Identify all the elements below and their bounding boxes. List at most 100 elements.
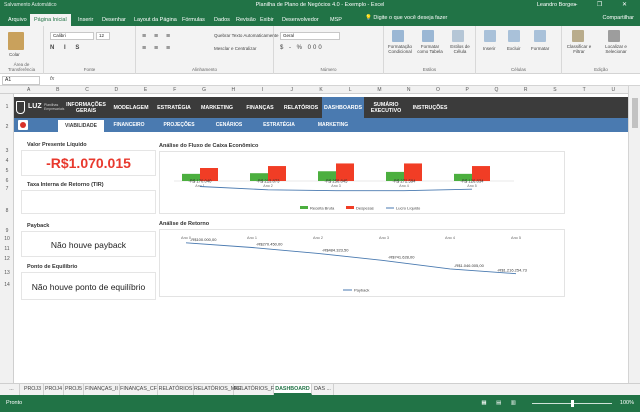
sheet-tab-10[interactable]: DAS ... — [312, 384, 334, 395]
ribbon-tab-8[interactable]: Exibir — [256, 14, 278, 26]
row-header[interactable]: 14 — [0, 282, 14, 288]
insert-cells-icon[interactable] — [484, 30, 496, 42]
bold-italic-underline[interactable]: N I S — [50, 45, 83, 51]
row-header[interactable]: 12 — [0, 256, 14, 262]
row-header[interactable]: 1 — [0, 104, 14, 110]
ribbon-tab-2[interactable]: Inserir — [74, 14, 97, 26]
sheet-tab-5[interactable]: FINANÇAS_CF — [120, 384, 158, 395]
subnav-item-1[interactable]: FINANCEIRO — [106, 118, 152, 132]
font-size-select[interactable]: 12 — [96, 32, 110, 40]
nav-item-4[interactable]: FINANÇAS — [240, 97, 280, 118]
find-select-button[interactable]: Localizar e Selecionar — [600, 44, 632, 54]
column-header[interactable]: K — [306, 86, 335, 94]
row-header[interactable]: 5 — [0, 168, 14, 174]
row-header[interactable]: 11 — [0, 246, 14, 252]
column-header[interactable]: D — [102, 86, 131, 94]
column-header[interactable]: A — [14, 86, 43, 94]
column-header[interactable]: O — [423, 86, 452, 94]
ribbon-tab-6[interactable]: Dados — [210, 14, 234, 26]
nav-item-7[interactable]: SUMÁRIO EXECUTIVO — [366, 97, 406, 118]
zoom-knob[interactable] — [571, 400, 574, 407]
sheet-tab-0[interactable]: ... — [4, 384, 20, 395]
window-controls[interactable]: – ❐ ✕ — [574, 1, 636, 8]
subnav-item-2[interactable]: PROJEÇÕES — [156, 118, 202, 132]
column-header[interactable]: H — [219, 86, 248, 94]
sheet-tab-8[interactable]: RELATÓRIOS_FIN — [234, 384, 279, 395]
sheet-tab-2[interactable]: PROJ4 — [44, 384, 64, 395]
row-header[interactable]: 2 — [0, 124, 14, 130]
sheet-tab-7[interactable]: RELATÓRIOS_MKT — [194, 384, 242, 395]
merge-center-button[interactable]: Mesclar e Centralizar — [214, 46, 257, 51]
tell-me-text[interactable]: Digite o que você deseja fazer — [373, 15, 447, 21]
fx-icon[interactable]: fx — [50, 76, 54, 82]
row-header[interactable]: 13 — [0, 270, 14, 276]
nav-item-1[interactable]: MODELAGEM — [110, 97, 152, 118]
return-chart[interactable]: Ano 0 -R$100.000,00 Ano 1 -R$270.450,00 Ano … — [159, 229, 565, 297]
vertical-scrollbar[interactable] — [628, 86, 640, 383]
row-header[interactable]: 6 — [0, 178, 14, 184]
sheet-tab-4[interactable]: FINANÇAS_II — [84, 384, 120, 395]
column-header[interactable]: I — [248, 86, 277, 94]
column-header[interactable]: C — [72, 86, 101, 94]
row-header[interactable]: 3 — [0, 148, 14, 154]
column-header[interactable]: Q — [482, 86, 511, 94]
column-header[interactable]: J — [277, 86, 306, 94]
subnav-item-4[interactable]: ESTRATÉGIA — [256, 118, 302, 132]
ribbon-tab-0[interactable]: Arquivo — [4, 14, 31, 26]
ribbon-tab-4[interactable]: Layout da Página — [130, 14, 181, 26]
row-header[interactable]: 10 — [0, 236, 14, 242]
format-cells-button[interactable]: Formatar — [531, 46, 549, 51]
number-format-select[interactable]: Geral — [280, 32, 340, 40]
paste-icon[interactable] — [8, 32, 24, 50]
nav-item-3[interactable]: MARKETING — [196, 97, 238, 118]
share-button[interactable]: Compartilhar — [603, 15, 634, 21]
align-icons[interactable]: ≡ ≡ ≡ — [142, 33, 173, 40]
sort-filter-button[interactable]: Classificar e Filtrar — [564, 44, 594, 54]
worksheet[interactable]: LUZ Planilhas Empresariais INFORMAÇÕES G… — [14, 94, 628, 383]
column-header[interactable]: P — [453, 86, 482, 94]
column-header[interactable]: R — [511, 86, 540, 94]
column-header[interactable]: B — [43, 86, 72, 94]
conditional-format-icon[interactable] — [392, 30, 404, 42]
nav-item-0[interactable]: INFORMAÇÕES GERAIS — [64, 97, 108, 118]
column-header[interactable]: F — [160, 86, 189, 94]
column-header[interactable]: M — [365, 86, 394, 94]
cell-styles-icon[interactable] — [452, 30, 464, 42]
ribbon-tab-10[interactable]: MSP — [326, 14, 346, 26]
sheet-tab-1[interactable]: PROJ3 — [22, 384, 44, 395]
wrap-text-button[interactable]: Quebrar Texto Automaticamente — [214, 33, 278, 38]
nav-item-6[interactable]: DASHBOARDS — [322, 97, 364, 118]
column-header[interactable]: L — [336, 86, 365, 94]
sheet-tab-6[interactable]: RELATÓRIOS — [158, 384, 194, 395]
format-table-icon[interactable] — [422, 30, 434, 42]
find-select-icon[interactable] — [608, 30, 620, 42]
column-header[interactable]: T — [570, 86, 599, 94]
conditional-format-button[interactable]: Formatação Condicional — [386, 44, 414, 54]
subnav-item-3[interactable]: CENÁRIOS — [206, 118, 252, 132]
paste-button[interactable]: Colar — [9, 52, 20, 57]
cashflow-chart[interactable]: Ano 1 -R$ 170.040 Ano 2 -R$ 213.873 Ano 3 -R$… — [159, 151, 565, 214]
row-header[interactable]: 4 — [0, 158, 14, 164]
name-box[interactable]: A1 — [2, 76, 40, 85]
sheet-tab-3[interactable]: PROJ5 — [64, 384, 84, 395]
ribbon-tab-5[interactable]: Fórmulas — [178, 14, 209, 26]
align-icons-2[interactable]: ≡ ≡ ≡ — [142, 45, 173, 52]
column-header[interactable]: S — [540, 86, 569, 94]
row-header[interactable]: 7 — [0, 186, 14, 192]
column-header[interactable]: G — [189, 86, 218, 94]
cell-styles-button[interactable]: Estilos de Célula — [446, 44, 474, 54]
delete-cells-button[interactable]: Excluir — [507, 46, 521, 51]
insert-cells-button[interactable]: Inserir — [483, 46, 496, 51]
subnav-item-5[interactable]: MARKETING — [310, 118, 356, 132]
font-name-select[interactable]: Calibri — [50, 32, 94, 40]
row-header[interactable]: 8 — [0, 208, 14, 214]
column-header[interactable]: N — [394, 86, 423, 94]
delete-cells-icon[interactable] — [508, 30, 520, 42]
home-button[interactable] — [18, 120, 28, 130]
column-header[interactable]: U — [599, 86, 628, 94]
nav-item-8[interactable]: INSTRUÇÕES — [408, 97, 452, 118]
row-header[interactable]: 9 — [0, 228, 14, 234]
number-format-icons[interactable]: $ - % 000 — [280, 45, 324, 51]
format-table-button[interactable]: Formatar como Tabela — [416, 44, 444, 54]
format-cells-icon[interactable] — [534, 30, 546, 42]
